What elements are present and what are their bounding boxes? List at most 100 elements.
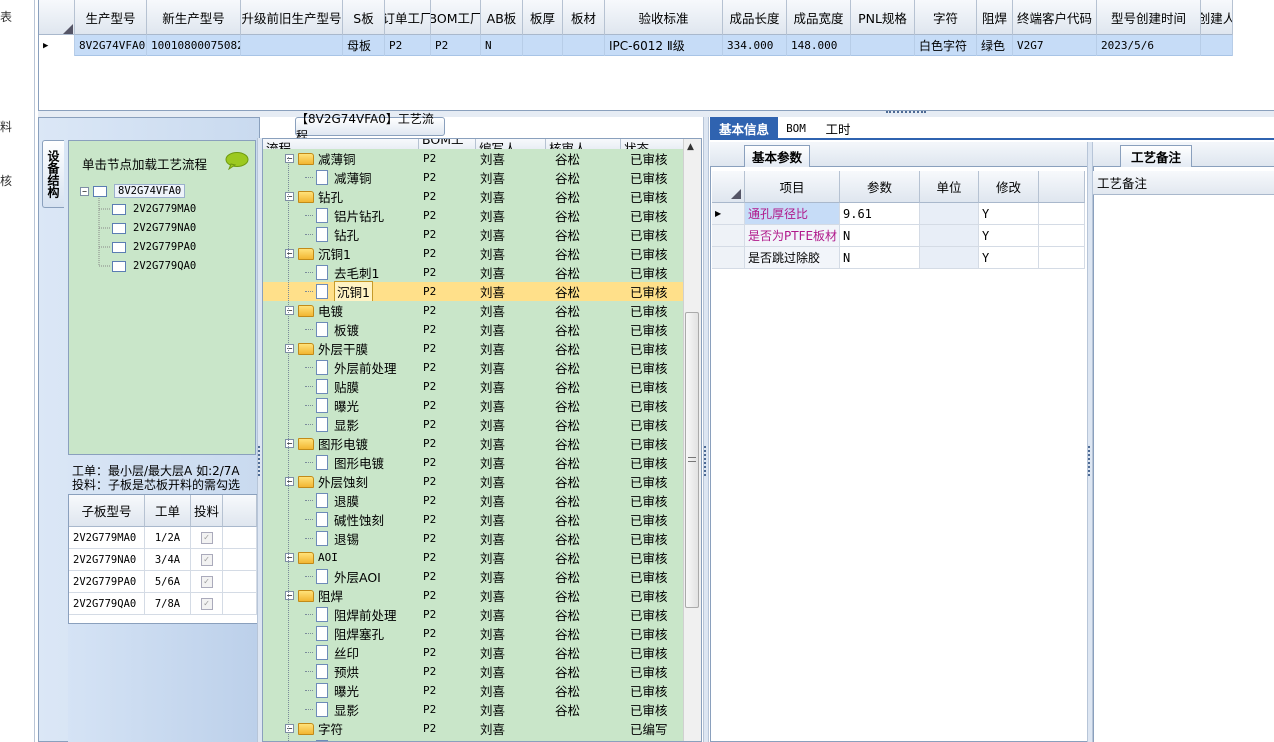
flow-reviewer-cell[interactable]: 谷松 [555, 282, 580, 301]
collapse-icon[interactable]: − [285, 249, 294, 258]
flow-writer-cell[interactable]: 刘喜 [480, 339, 505, 358]
flow-row[interactable]: − 钻孔 P2 刘喜 谷松 已审核 [263, 187, 684, 206]
row-selector[interactable]: ▶ [39, 35, 75, 56]
device-structure-tab[interactable]: 设备结构 [42, 140, 64, 208]
flow-status-cell[interactable]: 已编写 [630, 719, 668, 738]
flow-reviewer-cell[interactable]: 谷松 [555, 206, 580, 225]
params-unit-cell[interactable] [920, 247, 979, 269]
flow-factory-cell[interactable]: P2 [423, 472, 436, 491]
flow-factory-cell[interactable]: P2 [423, 244, 436, 263]
model-grid-cell[interactable]: 白色字符 [915, 35, 977, 56]
collapse-icon[interactable]: − [285, 553, 294, 562]
flow-step-cell[interactable]: − 外层干膜 [285, 339, 415, 358]
flow-writer-cell[interactable]: 刘喜 [480, 700, 505, 719]
model-grid-cell[interactable]: 8V2G74VFA0 [75, 35, 147, 56]
tree-root-node[interactable]: − 8V2G74VFA0 [80, 184, 186, 198]
flow-writer-cell[interactable]: 刘喜 [480, 263, 505, 282]
flow-reviewer-cell[interactable]: 谷松 [555, 149, 580, 168]
flow-factory-cell[interactable]: P2 [423, 662, 436, 681]
params-row-selector[interactable] [712, 247, 745, 269]
sub-board-model-cell[interactable]: 2V2G779PA0 [69, 571, 145, 593]
flow-step-cell[interactable]: 显影 [305, 700, 415, 719]
flow-writer-cell[interactable]: 刘喜 [480, 206, 505, 225]
params-header-cell[interactable]: 单位 [920, 171, 979, 203]
flow-reviewer-cell[interactable]: 谷松 [555, 415, 580, 434]
flow-step-cell[interactable]: 贴膜 [305, 377, 415, 396]
flow-factory-cell[interactable]: P2 [423, 320, 436, 339]
flow-reviewer-cell[interactable]: 谷松 [555, 643, 580, 662]
flow-step-cell[interactable]: 退锡 [305, 529, 415, 548]
flow-row[interactable]: − 字符 P2 刘喜 已编写 [263, 719, 684, 738]
flow-step-cell[interactable]: 碱性蚀刻 [305, 510, 415, 529]
sub-board-feed-cell[interactable]: ✓ [191, 593, 223, 615]
flow-reviewer-cell[interactable]: 谷松 [555, 472, 580, 491]
feed-checkbox[interactable]: ✓ [200, 597, 213, 610]
sub-board-header-cell[interactable]: 投料 [191, 495, 223, 527]
middle-splitter[interactable] [703, 117, 709, 742]
flow-status-cell[interactable]: 已审核 [630, 529, 668, 548]
flow-step-cell[interactable]: 丝印 [305, 643, 415, 662]
model-grid-cell[interactable] [523, 35, 563, 56]
collapse-icon[interactable]: − [285, 591, 294, 600]
flow-row[interactable]: 退膜 P2 刘喜 谷松 已审核 [263, 491, 684, 510]
collapse-icon[interactable]: − [285, 192, 294, 201]
flow-step-cell[interactable]: 外层前处理 [305, 358, 415, 377]
left-strip-label-1[interactable]: 表 [0, 8, 12, 25]
flow-status-cell[interactable]: 已审核 [630, 339, 668, 358]
model-grid-header-cell[interactable]: S板 [343, 0, 385, 35]
flow-reviewer-cell[interactable]: 谷松 [555, 662, 580, 681]
flow-factory-cell[interactable]: P2 [423, 434, 436, 453]
flow-writer-cell[interactable]: 刘喜 [480, 662, 505, 681]
model-grid-header-cell[interactable]: 订单工厂 [385, 0, 431, 35]
flow-step-cell[interactable]: 字符 [305, 738, 415, 741]
tab-bom[interactable]: BOM [778, 117, 814, 140]
flow-reviewer-cell[interactable]: 谷松 [555, 681, 580, 700]
params-row-selector[interactable]: ▶ [712, 203, 745, 225]
params-unit-cell[interactable] [920, 225, 979, 247]
flow-writer-cell[interactable]: 刘喜 [480, 491, 505, 510]
flow-row[interactable]: 碱性蚀刻 P2 刘喜 谷松 已审核 [263, 510, 684, 529]
flow-step-cell[interactable]: 曝光 [305, 396, 415, 415]
model-grid-cell[interactable]: 母板 [343, 35, 385, 56]
flow-status-cell[interactable]: 已审核 [630, 301, 668, 320]
flow-writer-cell[interactable]: 刘喜 [480, 168, 505, 187]
flow-factory-cell[interactable]: P2 [423, 548, 436, 567]
flow-step-cell[interactable]: 外层AOI [305, 567, 415, 586]
model-grid-header-cell[interactable]: 升级前旧生产型号 [241, 0, 343, 35]
model-grid-header-cell[interactable]: 阻焊 [977, 0, 1013, 35]
flow-reviewer-cell[interactable]: 谷松 [555, 187, 580, 206]
flow-writer-cell[interactable]: 刘喜 [480, 681, 505, 700]
model-grid-cell[interactable] [1201, 35, 1233, 56]
flow-status-cell[interactable]: 已审核 [630, 149, 668, 168]
flow-reviewer-cell[interactable]: 谷松 [555, 244, 580, 263]
flow-reviewer-cell[interactable]: 谷松 [555, 453, 580, 472]
sub-board-feed-cell[interactable]: ✓ [191, 527, 223, 549]
flow-reviewer-cell[interactable]: 谷松 [555, 586, 580, 605]
flow-row[interactable]: − 图形电镀 P2 刘喜 谷松 已审核 [263, 434, 684, 453]
flow-writer-cell[interactable]: 刘喜 [480, 738, 505, 741]
flow-row[interactable]: 板镀 P2 刘喜 谷松 已审核 [263, 320, 684, 339]
tree-child-node[interactable]: 2V2G779QA0 [112, 260, 196, 272]
flow-writer-cell[interactable]: 刘喜 [480, 529, 505, 548]
flow-factory-cell[interactable]: P2 [423, 415, 436, 434]
collapse-icon[interactable]: − [285, 154, 294, 163]
flow-factory-cell[interactable]: P2 [423, 339, 436, 358]
flow-factory-cell[interactable]: P2 [423, 263, 436, 282]
flow-row[interactable]: − 沉铜1 P2 刘喜 谷松 已审核 [263, 244, 684, 263]
tab-work-hours[interactable]: 工时 [816, 117, 860, 140]
flow-writer-cell[interactable]: 刘喜 [480, 396, 505, 415]
flow-row[interactable]: 显影 P2 刘喜 谷松 已审核 [263, 415, 684, 434]
sub-board-model-cell[interactable]: 2V2G779QA0 [69, 593, 145, 615]
flow-status-cell[interactable]: 已审核 [630, 700, 668, 719]
model-grid-cell[interactable]: N [481, 35, 523, 56]
tab-basic-info[interactable]: 基本信息 [710, 117, 778, 140]
flow-status-cell[interactable]: 已审核 [630, 168, 668, 187]
flow-row[interactable]: 退锡 P2 刘喜 谷松 已审核 [263, 529, 684, 548]
flow-row[interactable]: 外层AOI P2 刘喜 谷松 已审核 [263, 567, 684, 586]
flow-status-cell[interactable]: 已审核 [630, 187, 668, 206]
flow-writer-cell[interactable]: 刘喜 [480, 358, 505, 377]
flow-row[interactable]: 阻焊塞孔 P2 刘喜 谷松 已审核 [263, 624, 684, 643]
flow-writer-cell[interactable]: 刘喜 [480, 149, 505, 168]
flow-reviewer-cell[interactable]: 谷松 [555, 358, 580, 377]
flow-reviewer-cell[interactable]: 谷松 [555, 567, 580, 586]
